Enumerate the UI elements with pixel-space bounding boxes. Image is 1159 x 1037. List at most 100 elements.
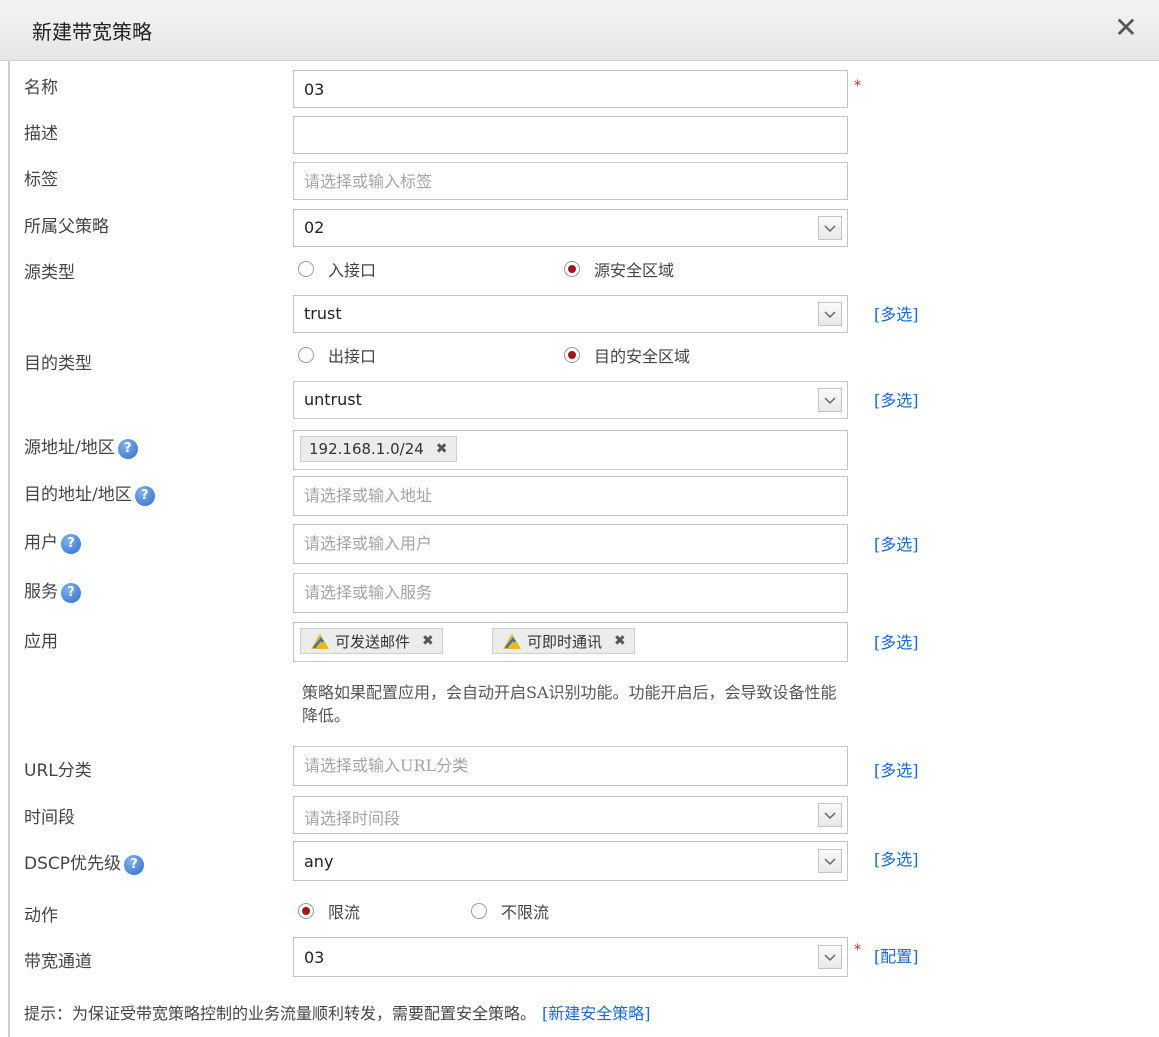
new-security-policy-link[interactable]: [新建安全策略] [542,1004,651,1023]
help-icon[interactable]: ? [134,485,155,506]
new-bandwidth-policy-dialog: 新建带宽策略 ✕ 名称 * 描述 标签 所属父策略 02 源类型 入接口 源安全… [0,0,1159,1037]
radio-no-rate-limit[interactable]: 不限流 [471,899,549,923]
description-input[interactable] [294,117,794,153]
help-icon[interactable]: ? [61,533,81,554]
radio-circle [471,903,487,919]
radio-circle-selected [298,903,314,919]
time-range-label: 时间段 [24,808,75,828]
application-tag-label: 可发送邮件 [335,632,411,651]
application-tag: 可发送邮件 ✖ [300,628,443,654]
bandwidth-channel-select[interactable]: 03 [293,937,848,977]
destination-zone-value: untrust [304,390,362,409]
source-zone-value: trust [304,304,342,323]
destination-address-label-text: 目的地址/地区 [24,485,132,505]
source-address-field[interactable]: 192.168.1.0/24 ✖ [293,430,848,470]
description-label: 描述 [24,124,58,144]
user-field[interactable] [293,524,848,564]
radio-inbound-interface-label: 入接口 [328,261,377,280]
time-range-placeholder: 请选择时间段 [304,809,401,828]
chevron-down-icon[interactable] [818,849,842,873]
chevron-down-icon[interactable] [818,216,842,240]
left-border [8,60,10,1037]
destination-type-label: 目的类型 [24,354,92,374]
app-category-icon [311,634,329,649]
radio-circle-selected [564,347,580,363]
user-label-text: 用户 [24,533,58,553]
dialog-title: 新建带宽策略 [32,20,152,44]
parent-policy-label: 所属父策略 [24,217,109,237]
destination-address-field[interactable] [293,476,848,516]
dscp-priority-value: any [304,852,334,871]
app-category-icon [503,634,521,649]
application-label: 应用 [24,632,58,652]
chevron-down-icon[interactable] [818,388,842,412]
remove-tag-icon[interactable]: ✖ [614,633,626,649]
parent-policy-value: 02 [304,218,325,237]
name-label: 名称 [24,78,58,98]
help-icon[interactable]: ? [124,854,145,875]
radio-source-security-zone-label: 源安全区域 [594,261,675,280]
service-label: 服务? [24,577,81,603]
url-category-multi-select-link[interactable]: [多选] [874,757,919,781]
name-field[interactable] [293,70,848,108]
close-icon[interactable]: ✕ [1108,10,1144,46]
bandwidth-channel-label: 带宽通道 [24,952,92,972]
remove-tag-icon[interactable]: ✖ [436,441,448,457]
application-tag-label: 可即时通讯 [527,632,603,651]
url-category-label-prefix: URL [24,761,58,781]
source-address-tag: 192.168.1.0/24 ✖ [300,436,457,462]
user-label: 用户? [24,528,81,554]
destination-zone-multi-select-link[interactable]: [多选] [874,387,919,411]
tags-input[interactable] [294,163,794,199]
radio-circle-selected [564,261,580,277]
chevron-down-icon[interactable] [818,803,842,827]
name-input[interactable] [294,71,794,107]
dscp-priority-select[interactable]: any [293,841,848,881]
application-tag: 可即时通讯 ✖ [492,628,635,654]
radio-inbound-interface[interactable]: 入接口 [298,257,376,281]
application-field[interactable]: 可发送邮件 ✖ 可即时通讯 ✖ [293,622,848,662]
source-address-label-text: 源地址/地区 [24,438,115,458]
hint-message: 提示：为保证受带宽策略控制的业务流量顺利转发，需要配置安全策略。 [24,1004,537,1023]
radio-rate-limit-label: 限流 [328,903,361,922]
dscp-multi-select-link[interactable]: [多选] [874,846,919,870]
radio-destination-security-zone[interactable]: 目的安全区域 [564,343,690,367]
parent-policy-select[interactable]: 02 [293,209,848,247]
source-zone-select[interactable]: trust [293,295,848,333]
url-category-input[interactable] [294,747,794,783]
destination-zone-select[interactable]: untrust [293,381,848,419]
chevron-down-icon[interactable] [818,945,842,969]
radio-destination-security-zone-label: 目的安全区域 [594,347,691,366]
destination-address-input[interactable] [294,477,794,513]
radio-outbound-interface[interactable]: 出接口 [298,343,376,367]
radio-outbound-interface-label: 出接口 [328,347,377,366]
help-icon[interactable]: ? [117,438,138,459]
service-input[interactable] [294,574,794,610]
configure-channel-link[interactable]: [配置] [874,943,919,967]
source-address-label: 源地址/地区? [24,433,138,459]
user-multi-select-link[interactable]: [多选] [874,531,919,555]
application-note: 策略如果配置应用，会自动开启SA识别功能。功能开启后，会导致设备性能降低。 [302,683,837,725]
application-multi-select-link[interactable]: [多选] [874,629,919,653]
radio-circle [298,261,314,277]
service-label-text: 服务 [24,582,58,602]
destination-address-label: 目的地址/地区? [24,480,155,506]
dscp-priority-label-suffix: 优先级 [70,854,122,874]
service-field[interactable] [293,573,848,613]
time-range-select[interactable]: 请选择时间段 [293,796,848,834]
remove-tag-icon[interactable]: ✖ [422,633,434,649]
url-category-label-suffix: 分类 [57,761,92,781]
chevron-down-icon[interactable] [818,302,842,326]
dscp-priority-label: DSCP优先级? [24,849,145,875]
radio-rate-limit[interactable]: 限流 [298,899,360,923]
tags-field[interactable] [293,162,848,200]
help-icon[interactable]: ? [61,582,81,603]
action-label: 动作 [24,906,58,926]
user-input[interactable] [294,525,794,561]
source-type-label: 源类型 [24,263,75,283]
source-zone-multi-select-link[interactable]: [多选] [874,301,919,325]
radio-source-security-zone[interactable]: 源安全区域 [564,257,674,281]
dialog-titlebar: 新建带宽策略 ✕ [0,0,1159,61]
description-field[interactable] [293,116,848,154]
url-category-field[interactable] [293,746,848,786]
